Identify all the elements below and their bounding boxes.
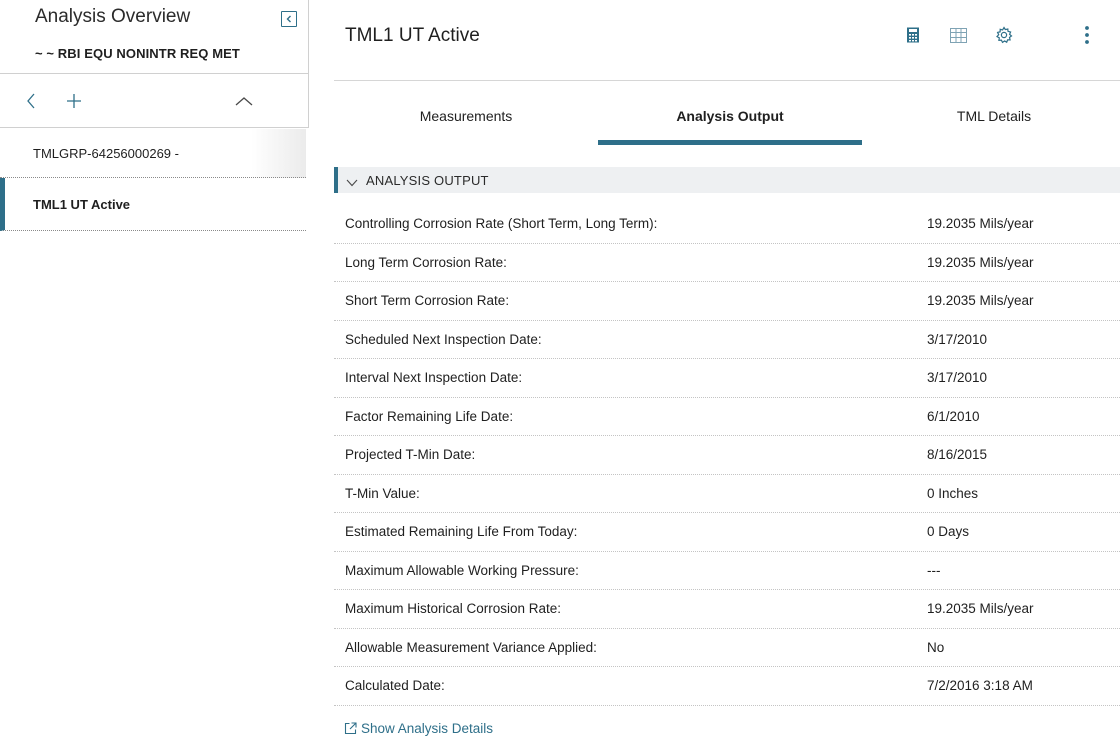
chevron-down-icon — [346, 174, 358, 192]
list-item: Scheduled Next Inspection Date: 3/17/2010 — [334, 321, 1120, 359]
tree-item-tml-active[interactable]: TML1 UT Active — [0, 178, 306, 231]
tab-tml-details[interactable]: TML Details — [862, 81, 1120, 145]
list-item: Maximum Historical Corrosion Rate: 19.203… — [334, 590, 1120, 629]
field-label: Interval Next Inspection Date: — [345, 370, 523, 385]
tab-label: Measurements — [419, 108, 513, 124]
field-value: 0 Inches — [927, 485, 979, 501]
left-toolbar — [0, 74, 309, 128]
grid-table-icon[interactable] — [948, 25, 968, 45]
external-link-icon — [344, 722, 357, 735]
collapse-left-icon[interactable] — [281, 11, 297, 27]
field-label: Estimated Remaining Life From Today: — [345, 524, 578, 539]
tab-label: TML Details — [956, 108, 1032, 124]
list-item: Long Term Corrosion Rate: 19.2035 Mils/ye… — [334, 244, 1120, 282]
left-panel: Analysis Overview ~ ~ RBI EQU NONINTR RE… — [0, 0, 309, 740]
analysis-output-list: Controlling Corrosion Rate (Short Term, … — [334, 205, 1120, 706]
list-item: Projected T-Min Date: 8/16/2015 — [334, 436, 1120, 475]
field-label: Factor Remaining Life Date: — [345, 408, 514, 424]
field-value: 19.2035 Mils/year — [927, 254, 1034, 270]
field-label: Scheduled Next Inspection Date: — [345, 331, 542, 347]
list-item: T-Min Value: 0 Inches — [334, 475, 1120, 513]
chevron-up-icon[interactable] — [233, 90, 255, 112]
analysis-output-section-header[interactable]: ANALYSIS OUTPUT — [334, 167, 1120, 193]
section-label: ANALYSIS OUTPUT — [366, 173, 489, 188]
plus-icon[interactable] — [63, 90, 85, 112]
main-panel: TML1 UT Active Measurements Analysis Out… — [334, 0, 1120, 740]
field-value: No — [927, 639, 945, 655]
field-value: 6/1/2010 — [927, 408, 980, 424]
field-label: Maximum Allowable Working Pressure: — [345, 562, 579, 578]
analysis-overview-title: Analysis Overview — [35, 6, 191, 27]
tree-item-label: TMLGRP-64256000269 - — [33, 146, 179, 161]
field-value: 3/17/2010 — [927, 331, 988, 347]
field-label: Short Term Corrosion Rate: — [345, 293, 510, 308]
field-label: Maximum Historical Corrosion Rate: — [345, 601, 562, 616]
field-value: 19.2035 Mils/year — [927, 293, 1034, 308]
list-item: Calculated Date: 7/2/2016 3:18 AM — [334, 667, 1120, 706]
tree-item-label: TML1 UT Active — [33, 197, 131, 212]
tree-item-tml-group[interactable]: TMLGRP-64256000269 - — [0, 129, 306, 178]
tab-analysis-output[interactable]: Analysis Output — [598, 81, 862, 145]
field-label: Projected T-Min Date: — [345, 447, 476, 462]
page-title: TML1 UT Active — [345, 25, 480, 46]
field-label: Controlling Corrosion Rate (Short Term, … — [345, 216, 658, 231]
list-item: Maximum Allowable Working Pressure: --- — [334, 552, 1120, 590]
field-label: Long Term Corrosion Rate: — [345, 254, 507, 270]
link-label: Show Analysis Details — [361, 721, 494, 736]
more-vertical-icon[interactable] — [1077, 25, 1097, 45]
show-analysis-details-link[interactable]: Show Analysis Details — [344, 721, 493, 736]
chevron-left-icon[interactable] — [20, 90, 42, 112]
field-label: T-Min Value: — [345, 485, 420, 501]
field-value: 7/2/2016 3:18 AM — [927, 678, 1033, 693]
tab-measurements[interactable]: Measurements — [334, 81, 598, 145]
list-item: Controlling Corrosion Rate (Short Term, … — [334, 205, 1120, 244]
tab-label: Analysis Output — [676, 108, 784, 124]
calculator-icon[interactable] — [903, 25, 923, 45]
field-value: 19.2035 Mils/year — [927, 601, 1034, 616]
asset-subtitle: ~ ~ RBI EQU NONINTR REQ MET — [35, 46, 240, 61]
field-value: 8/16/2015 — [927, 447, 988, 462]
list-item: Allowable Measurement Variance Applied: N… — [334, 629, 1120, 667]
field-value: --- — [927, 562, 941, 578]
list-item: Estimated Remaining Life From Today: 0 Da… — [334, 513, 1120, 552]
list-item: Interval Next Inspection Date: 3/17/2010 — [334, 359, 1120, 398]
field-value: 0 Days — [927, 524, 970, 539]
field-value: 3/17/2010 — [927, 370, 988, 385]
tab-bar: Measurements Analysis Output TML Details — [334, 81, 1120, 145]
list-item: Short Term Corrosion Rate: 19.2035 Mils/y… — [334, 282, 1120, 321]
list-item: Factor Remaining Life Date: 6/1/2010 — [334, 398, 1120, 436]
field-label: Allowable Measurement Variance Applied: — [345, 639, 597, 655]
gear-icon[interactable] — [994, 25, 1014, 45]
field-value: 19.2035 Mils/year — [927, 216, 1034, 231]
left-panel-header: Analysis Overview ~ ~ RBI EQU NONINTR RE… — [0, 0, 309, 74]
field-label: Calculated Date: — [345, 678, 445, 693]
